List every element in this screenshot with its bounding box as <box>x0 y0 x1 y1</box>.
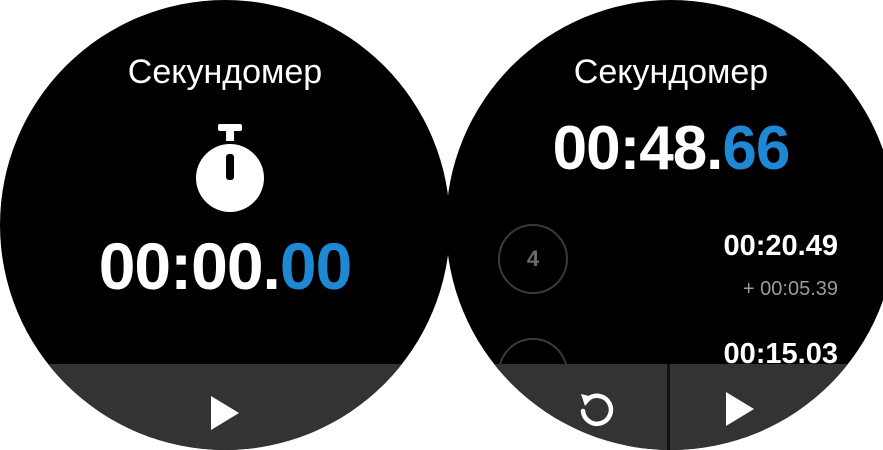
play-icon <box>726 392 754 426</box>
start-button[interactable] <box>0 364 450 450</box>
elapsed-time-fraction: 00 <box>279 229 352 303</box>
lap-row: 4 00:20.49 + 00:05.39 <box>446 222 883 312</box>
elapsed-time-main: 00:48. <box>552 114 724 183</box>
lap-time: 00:20.49 <box>723 230 839 262</box>
elapsed-time-main: 00:00. <box>98 229 281 303</box>
watch-screen-running: Секундомер 00:48.66 4 00:20.49 + 00:05.3… <box>446 0 883 450</box>
stopwatch-icon <box>196 124 264 212</box>
play-icon <box>211 396 239 430</box>
elapsed-time-fraction: 66 <box>722 114 790 183</box>
lap-split-diff: + 00:05.39 <box>742 278 838 300</box>
screen-title: Секундомер <box>573 53 769 91</box>
elapsed-time: 00:48.66 <box>446 113 883 185</box>
reset-button[interactable] <box>526 364 666 450</box>
resume-button[interactable] <box>670 364 810 450</box>
screen-title: Секундомер <box>127 53 323 91</box>
bottom-action-bar <box>446 364 883 450</box>
elapsed-time: 00:00.00 <box>0 228 450 304</box>
bottom-action-bar <box>0 364 450 450</box>
watch-screen-idle: Секундомер 00:00.00 <box>0 0 450 450</box>
lap-number-badge: 4 <box>498 224 568 294</box>
reset-icon <box>580 393 614 426</box>
